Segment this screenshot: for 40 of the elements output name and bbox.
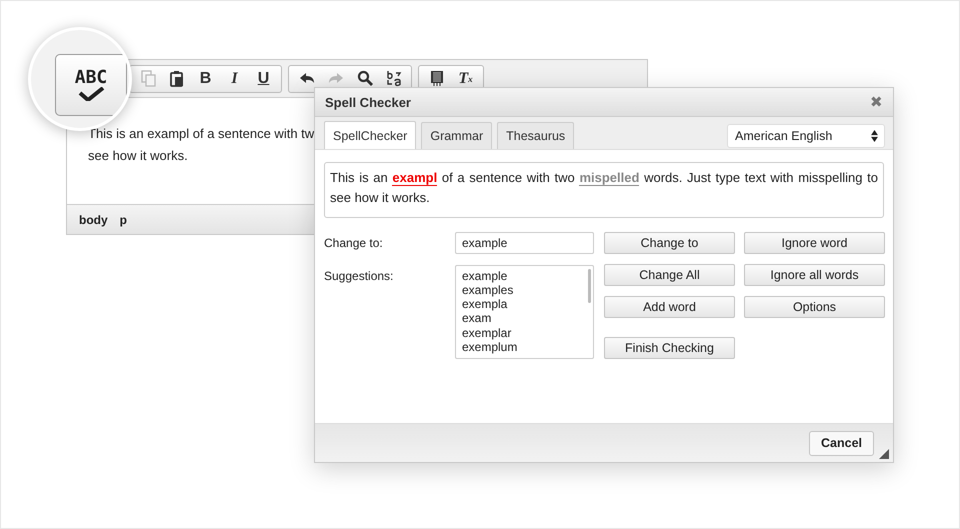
preview-sentence: This is an exampl of a sentence with two mispelled words. Just type text with misspelling to see how it works. (330, 169, 878, 207)
action-button[interactable]: Add word (604, 296, 735, 318)
copy-icon (140, 70, 156, 87)
element-path-item[interactable]: body (79, 212, 108, 226)
dialog-title: Spell Checker (325, 94, 411, 110)
spellcheck-button[interactable]: ABC (55, 54, 127, 116)
list-item[interactable]: exempla (462, 297, 587, 312)
replace-icon (386, 70, 402, 87)
action-button[interactable]: Options (744, 296, 885, 318)
italic-button[interactable]: I (220, 66, 249, 90)
list-item[interactable]: examples (462, 282, 587, 298)
element-path-item[interactable]: p (120, 212, 128, 226)
field-label: Change to: (324, 235, 384, 252)
list-item[interactable]: exam (462, 311, 587, 326)
finish-button[interactable]: Finish Checking (604, 337, 735, 359)
scrollbar-thumb[interactable] (588, 268, 591, 302)
action-button[interactable]: Change All (604, 264, 735, 286)
tab[interactable]: SpellChecker (324, 121, 416, 149)
cancel-button[interactable]: Cancel (809, 430, 874, 456)
language-select[interactable]: American English (727, 124, 885, 148)
tab[interactable]: Thesaurus (497, 122, 574, 149)
list-item[interactable]: example (462, 268, 587, 283)
document-lines-icon (428, 70, 444, 87)
tab[interactable]: Grammar (421, 122, 492, 149)
list-item[interactable]: exemplum (462, 340, 587, 354)
sort-arrows-icon (871, 130, 878, 142)
check-mark-icon (76, 87, 106, 101)
clipboard-icon (168, 70, 184, 87)
action-button[interactable]: Ignore word (744, 232, 885, 254)
resize-grip-icon[interactable] (879, 449, 889, 459)
suggestions-list[interactable]: example examples exempla exam exemplar exemplum (455, 264, 594, 358)
underline-button[interactable]: U (249, 66, 278, 90)
field-label: Suggestions: (324, 268, 394, 284)
bold-button[interactable]: B (191, 66, 220, 90)
action-button[interactable]: Ignore all words (744, 264, 885, 286)
list-item[interactable]: exemplar (462, 326, 587, 340)
search-icon (356, 70, 372, 87)
action-button[interactable]: Change to (604, 232, 735, 254)
change-to-field[interactable]: example (455, 232, 594, 254)
close-button[interactable]: ✖ (870, 93, 883, 111)
